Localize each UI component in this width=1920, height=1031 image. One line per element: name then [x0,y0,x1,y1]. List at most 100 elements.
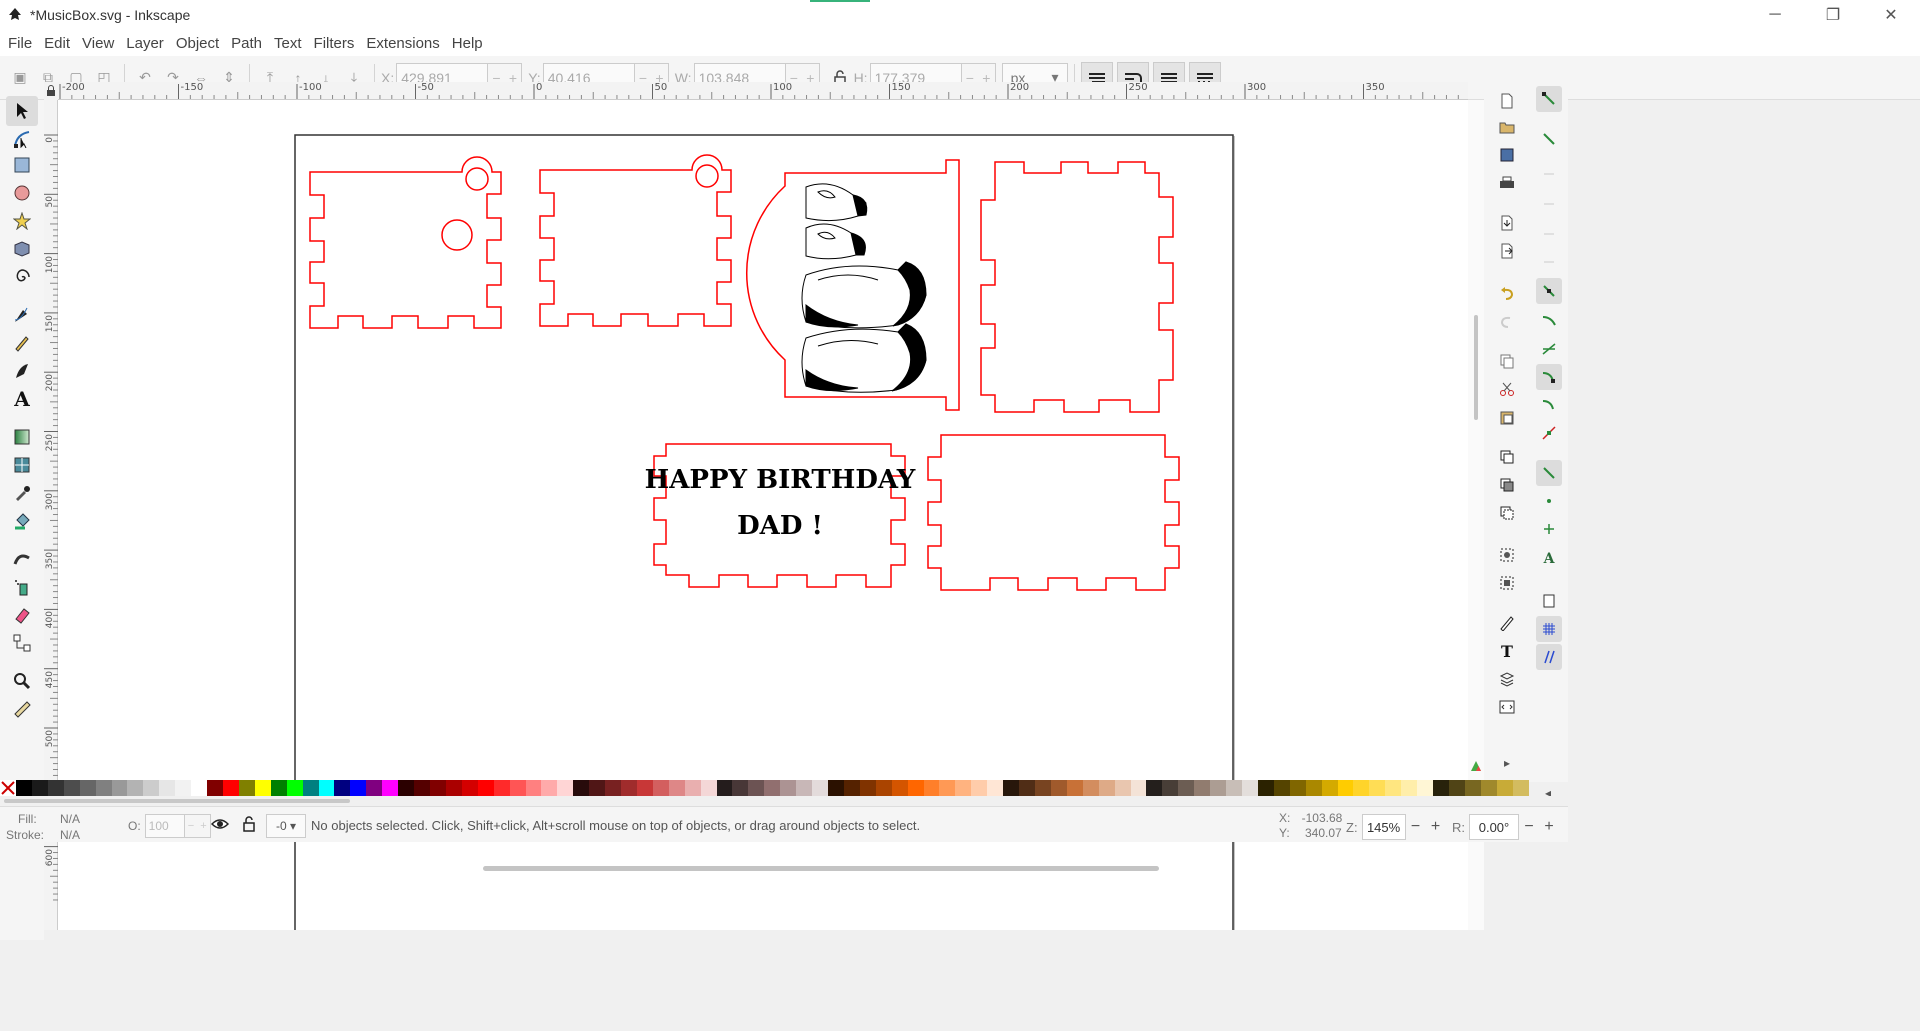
color-swatch[interactable] [1066,780,1083,796]
horizontal-scrollbar-thumb[interactable] [483,866,1159,871]
no-paint-swatch[interactable] [0,780,16,796]
color-swatch[interactable] [254,780,271,796]
snap-centers-icon[interactable] [1536,488,1562,514]
fill-stroke-indicator[interactable]: Fill: N/A Stroke: N/A [6,811,80,843]
color-swatch[interactable] [318,780,335,796]
layer-visibility-icon[interactable] [210,816,230,835]
color-swatch[interactable] [1226,780,1242,796]
connector-tool-icon[interactable] [6,628,38,658]
unlink-clone-icon[interactable] [1496,502,1518,524]
color-swatch[interactable] [541,780,558,796]
zoom-out-button[interactable]: − [1406,818,1426,836]
color-swatch[interactable] [1257,780,1274,796]
color-swatch[interactable] [1178,780,1195,796]
color-swatch[interactable] [1098,780,1115,796]
vertical-scrollbar-thumb[interactable] [1474,315,1478,420]
color-swatch[interactable] [47,780,64,796]
redo-icon[interactable] [1496,310,1518,332]
color-swatch[interactable] [286,780,303,796]
color-swatch[interactable] [891,780,908,796]
mesh-tool-icon[interactable] [6,450,38,480]
menu-object[interactable]: Object [172,35,227,52]
layers-icon[interactable] [1496,668,1518,690]
color-swatch[interactable] [1480,780,1497,796]
color-swatch[interactable] [636,780,653,796]
opacity-field[interactable]: 100 [144,814,185,838]
color-swatch[interactable] [1050,780,1067,796]
color-swatch[interactable] [95,780,112,796]
current-layer-select[interactable]: -0 ▾ [266,814,306,838]
color-swatch[interactable] [414,780,430,796]
color-swatch[interactable] [175,780,192,796]
color-swatch[interactable] [573,780,590,796]
opacity-decrement[interactable]: − [188,820,194,832]
opacity-increment[interactable]: + [200,820,206,832]
layer-lock-icon[interactable] [242,816,256,835]
more-commands-icon[interactable]: ▸ [1496,752,1518,774]
close-button[interactable]: ✕ [1862,0,1920,30]
snap-paths-icon[interactable] [1536,308,1562,334]
color-swatch[interactable] [875,780,892,796]
color-swatch[interactable] [366,780,383,796]
spray-tool-icon[interactable] [6,572,38,602]
print-icon[interactable] [1496,172,1518,194]
cut-icon[interactable] [1496,378,1518,400]
color-swatch[interactable] [1433,780,1449,796]
snap-cusp-nodes-icon[interactable] [1536,364,1562,390]
color-swatch[interactable] [429,780,446,796]
color-swatch[interactable] [382,780,399,796]
color-swatch[interactable] [1162,780,1179,796]
rotation-field[interactable]: 0.00° [1469,814,1519,840]
3d-box-tool-icon[interactable] [6,234,38,264]
color-swatch[interactable] [79,780,96,796]
color-swatch[interactable] [764,780,781,796]
color-swatch[interactable] [398,780,415,796]
snap-bbox-icon[interactable] [1536,126,1562,152]
menu-layer[interactable]: Layer [122,35,172,52]
menu-extensions[interactable]: Extensions [362,35,447,52]
color-swatch[interactable] [1417,780,1434,796]
color-swatch[interactable] [1019,780,1035,796]
color-swatch[interactable] [700,780,717,796]
duplicate-icon[interactable] [1496,446,1518,468]
selector-tool-icon[interactable] [6,96,38,126]
save-icon[interactable] [1496,144,1518,166]
color-swatch[interactable] [270,780,287,796]
copy-icon[interactable] [1496,350,1518,372]
group-icon[interactable] [1496,544,1518,566]
color-swatch[interactable] [1512,780,1529,796]
palette-scroll-thumb[interactable] [4,799,350,803]
opacity-control[interactable]: O: 100 − + [128,814,211,838]
color-swatch[interactable] [557,780,574,796]
zoom-field[interactable]: 145% [1361,814,1406,840]
snap-bbox-midpoint-icon[interactable] [1536,216,1562,242]
rectangle-tool-icon[interactable] [6,150,38,180]
rotate-cw-button[interactable]: + [1539,818,1559,836]
color-swatch[interactable] [1241,780,1258,796]
maximize-button[interactable]: ❐ [1804,0,1862,30]
snap-nodes-icon[interactable] [1536,278,1562,304]
xml-editor-icon[interactable] [1496,696,1518,718]
color-swatch[interactable] [207,780,223,796]
color-swatch[interactable] [716,780,733,796]
color-swatch[interactable] [1305,780,1322,796]
color-swatch[interactable] [780,780,797,796]
fill-stroke-icon[interactable] [1496,612,1518,634]
text-tool-icon[interactable]: A [6,384,38,414]
color-swatch[interactable] [652,780,669,796]
color-swatch[interactable] [684,780,701,796]
color-swatch[interactable] [143,780,160,796]
color-swatch[interactable] [589,780,606,796]
menu-help[interactable]: Help [448,35,491,52]
color-swatch[interactable] [1321,780,1338,796]
text-font-icon[interactable]: T [1496,640,1518,662]
snap-midpoints-icon[interactable] [1536,420,1562,446]
gradient-tool-icon[interactable] [6,422,38,452]
color-swatch[interactable] [987,780,1004,796]
open-icon[interactable] [1496,116,1518,138]
color-swatch[interactable] [1273,780,1290,796]
color-swatch[interactable] [1146,780,1163,796]
pencil-tool-icon[interactable] [6,328,38,358]
snap-bbox-center-icon[interactable] [1536,244,1562,270]
snap-guide-icon[interactable] [1536,644,1562,670]
